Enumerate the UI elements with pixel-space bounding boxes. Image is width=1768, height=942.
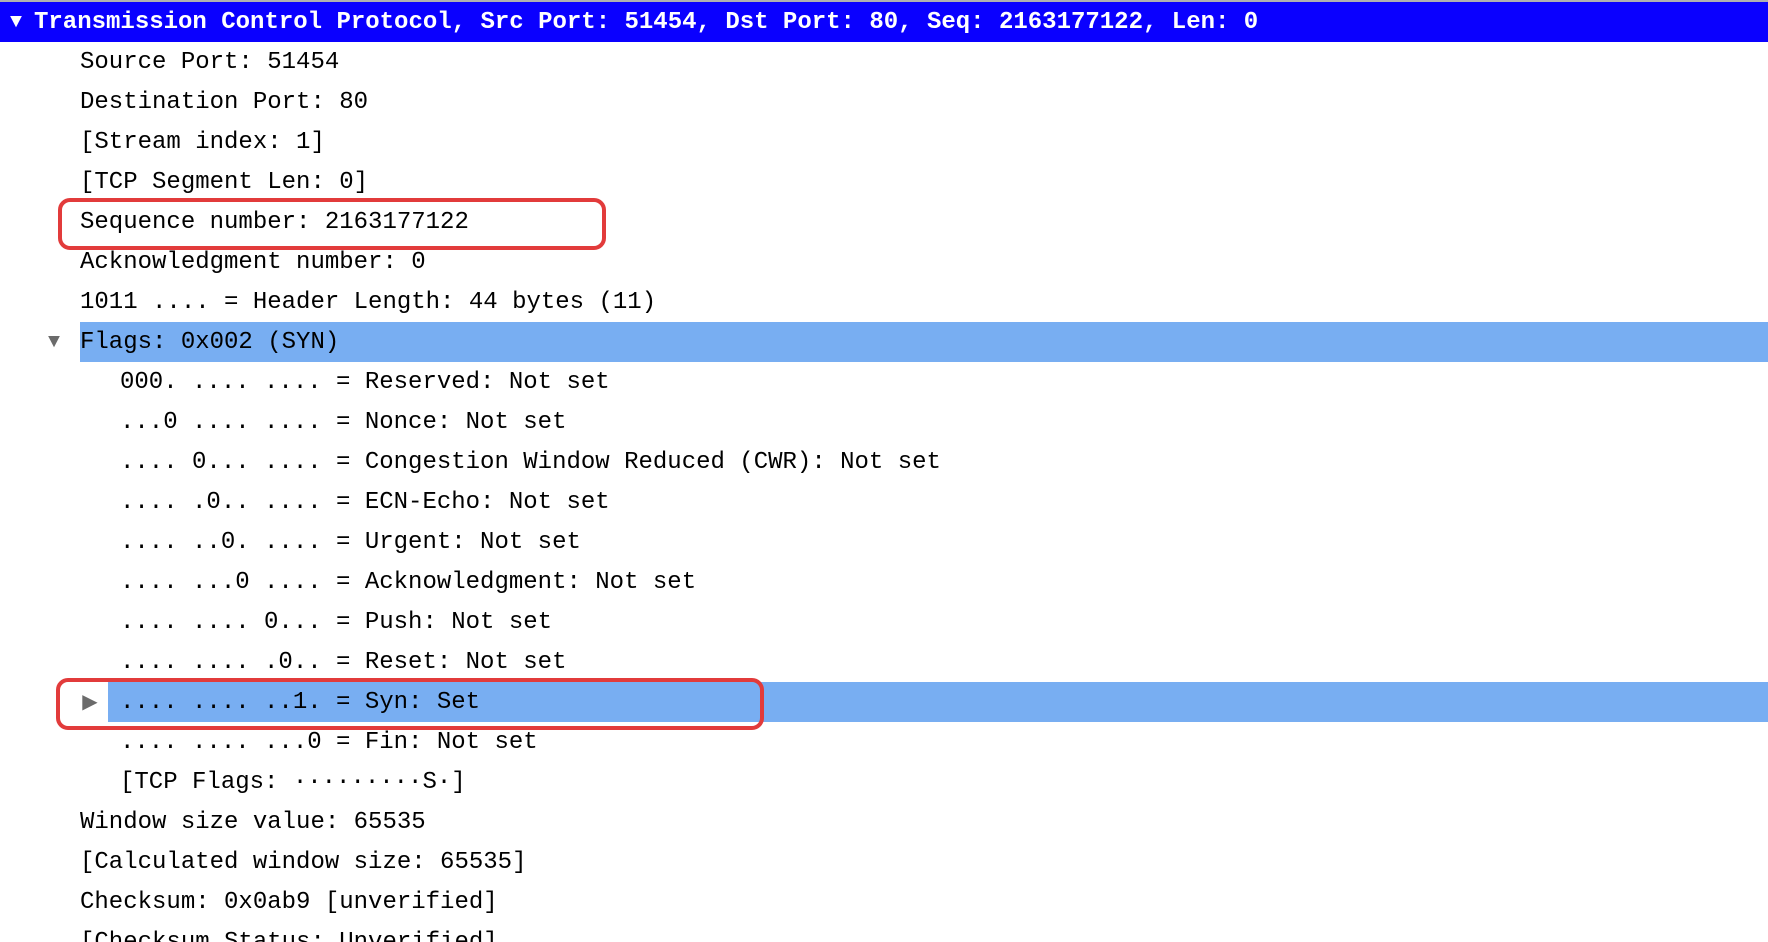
flag-ecn-label: .... .0.. .... = ECN-Echo: Not set bbox=[120, 489, 610, 516]
flag-urgent-label: .... ..0. .... = Urgent: Not set bbox=[120, 529, 581, 556]
source-port-row[interactable]: Source Port: 51454 bbox=[0, 42, 1768, 82]
flag-ecn-row[interactable]: .... .0.. .... = ECN-Echo: Not set bbox=[0, 482, 1768, 522]
sequence-number-label: Sequence number: 2163177122 bbox=[80, 209, 469, 236]
flag-fin-label: .... .... ...0 = Fin: Not set bbox=[120, 729, 538, 756]
chevron-down-icon bbox=[44, 331, 64, 354]
flag-cwr-row[interactable]: .... 0... .... = Congestion Window Reduc… bbox=[0, 442, 1768, 482]
flag-urgent-row[interactable]: .... ..0. .... = Urgent: Not set bbox=[0, 522, 1768, 562]
flag-ack-label: .... ...0 .... = Acknowledgment: Not set bbox=[120, 569, 696, 596]
segment-len-row[interactable]: [TCP Segment Len: 0] bbox=[0, 162, 1768, 202]
flag-summary-row[interactable]: [TCP Flags: ·········S·] bbox=[0, 762, 1768, 802]
flag-push-row[interactable]: .... .... 0... = Push: Not set bbox=[0, 602, 1768, 642]
ack-number-label: Acknowledgment number: 0 bbox=[80, 249, 426, 276]
tcp-header-row[interactable]: Transmission Control Protocol, Src Port:… bbox=[0, 2, 1768, 42]
checksum-label: Checksum: 0x0ab9 [unverified] bbox=[80, 889, 498, 916]
flag-cwr-label: .... 0... .... = Congestion Window Reduc… bbox=[120, 449, 941, 476]
flag-summary-label: [TCP Flags: ·········S·] bbox=[120, 769, 466, 796]
dest-port-label: Destination Port: 80 bbox=[80, 89, 368, 116]
flag-reset-row[interactable]: .... .... .0.. = Reset: Not set bbox=[0, 642, 1768, 682]
packet-details-pane[interactable]: Transmission Control Protocol, Src Port:… bbox=[0, 0, 1768, 942]
syn-expand[interactable] bbox=[80, 682, 100, 722]
flag-nonce-row[interactable]: ...0 .... .... = Nonce: Not set bbox=[0, 402, 1768, 442]
sequence-number-row[interactable]: Sequence number: 2163177122 bbox=[0, 202, 1768, 242]
ack-number-row[interactable]: Acknowledgment number: 0 bbox=[0, 242, 1768, 282]
calc-window-row[interactable]: [Calculated window size: 65535] bbox=[0, 842, 1768, 882]
flag-reserved-label: 000. .... .... = Reserved: Not set bbox=[120, 369, 610, 396]
checksum-row[interactable]: Checksum: 0x0ab9 [unverified] bbox=[0, 882, 1768, 922]
chevron-down-icon[interactable] bbox=[6, 11, 26, 34]
checksum-status-row[interactable]: [Checksum Status: Unverified] bbox=[0, 922, 1768, 942]
flag-syn-label: .... .... ..1. = Syn: Set bbox=[120, 689, 480, 716]
tcp-header-label: Transmission Control Protocol, Src Port:… bbox=[34, 9, 1258, 36]
segment-len-label: [TCP Segment Len: 0] bbox=[80, 169, 368, 196]
flag-ack-row[interactable]: .... ...0 .... = Acknowledgment: Not set bbox=[0, 562, 1768, 602]
window-size-label: Window size value: 65535 bbox=[80, 809, 426, 836]
flags-expand[interactable] bbox=[44, 322, 64, 362]
flag-push-label: .... .... 0... = Push: Not set bbox=[120, 609, 552, 636]
stream-index-label: [Stream index: 1] bbox=[80, 129, 325, 156]
window-size-row[interactable]: Window size value: 65535 bbox=[0, 802, 1768, 842]
calc-window-label: [Calculated window size: 65535] bbox=[80, 849, 526, 876]
header-length-label: 1011 .... = Header Length: 44 bytes (11) bbox=[80, 289, 656, 316]
header-length-row[interactable]: 1011 .... = Header Length: 44 bytes (11) bbox=[0, 282, 1768, 322]
flags-header-label: Flags: 0x002 (SYN) bbox=[80, 329, 339, 356]
stream-index-row[interactable]: [Stream index: 1] bbox=[0, 122, 1768, 162]
flag-nonce-label: ...0 .... .... = Nonce: Not set bbox=[120, 409, 566, 436]
flag-fin-row[interactable]: .... .... ...0 = Fin: Not set bbox=[0, 722, 1768, 762]
flag-reserved-row[interactable]: 000. .... .... = Reserved: Not set bbox=[0, 362, 1768, 402]
flag-syn-row[interactable]: .... .... ..1. = Syn: Set bbox=[0, 682, 1768, 722]
checksum-status-label: [Checksum Status: Unverified] bbox=[80, 929, 498, 942]
chevron-right-icon bbox=[80, 689, 100, 715]
flag-reset-label: .... .... .0.. = Reset: Not set bbox=[120, 649, 566, 676]
dest-port-row[interactable]: Destination Port: 80 bbox=[0, 82, 1768, 122]
source-port-label: Source Port: 51454 bbox=[80, 49, 339, 76]
flags-row[interactable]: Flags: 0x002 (SYN) bbox=[0, 322, 1768, 362]
